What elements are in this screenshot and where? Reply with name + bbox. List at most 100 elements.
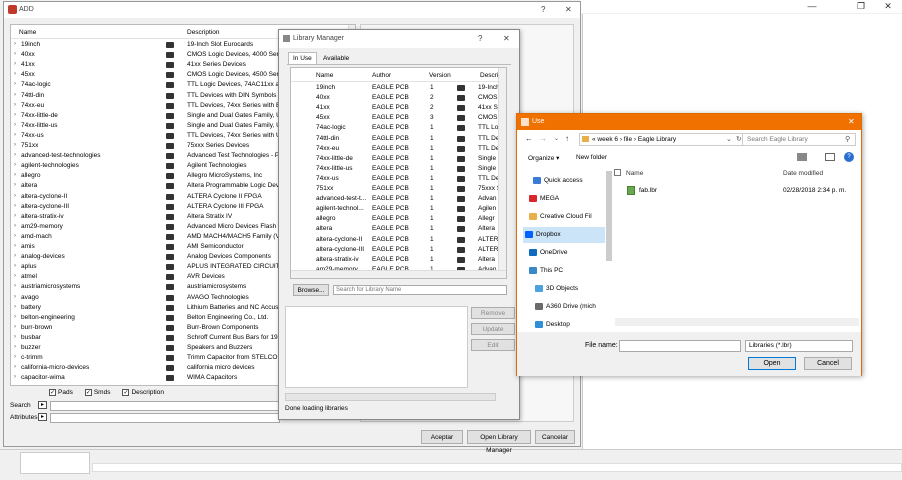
attributes-go-icon[interactable]: ▸ <box>38 413 47 421</box>
author-column-header[interactable]: Author <box>372 72 391 79</box>
up-arrow-icon[interactable]: ↑ <box>565 134 569 143</box>
expand-arrow-icon[interactable]: › <box>14 364 16 370</box>
library-table[interactable]: Name Author Version Descri 19inch EAGLE P… <box>290 67 507 279</box>
table-row[interactable]: 19inch EAGLE PCB 1 19-Inch <box>291 83 506 93</box>
description-checkbox[interactable]: ✓ <box>122 389 130 396</box>
expand-arrow-icon[interactable]: › <box>14 61 16 67</box>
nav-item-2[interactable]: Creative Cloud Fil <box>523 209 605 225</box>
horizontal-scrollbar[interactable] <box>92 463 902 472</box>
expand-arrow-icon[interactable]: › <box>14 182 16 188</box>
close-button[interactable]: ✕ <box>881 1 895 12</box>
attributes-input[interactable] <box>50 413 280 423</box>
table-row[interactable]: agilent-technol... EAGLE PCB 1 Agilen <box>291 204 506 214</box>
breadcrumb[interactable]: « week 6 › file › Eagle Library <box>592 136 676 143</box>
nav-item-6[interactable]: 3D Objects <box>523 281 605 297</box>
refresh-icon[interactable]: ↻ <box>736 135 742 143</box>
expand-arrow-icon[interactable]: › <box>14 92 16 98</box>
search-go-icon[interactable]: ▸ <box>38 401 47 409</box>
open-button[interactable]: Open <box>748 357 796 370</box>
name-column-header[interactable]: Name <box>626 170 643 177</box>
expand-arrow-icon[interactable]: › <box>14 162 16 168</box>
smds-filter[interactable]: ✓ Smds <box>84 389 110 396</box>
vertical-scrollbar[interactable] <box>498 68 506 270</box>
date-modified-column-header[interactable]: Date modified <box>783 170 823 177</box>
table-row[interactable]: 40xx EAGLE PCB 2 CMOS <box>291 93 506 103</box>
expand-arrow-icon[interactable]: › <box>14 243 16 249</box>
table-row[interactable]: altera-cyclone-II EAGLE PCB 1 ALTER <box>291 235 506 245</box>
organize-menu[interactable]: Organize ▾ <box>528 154 559 162</box>
nav-item-8[interactable]: Desktop <box>523 317 605 328</box>
table-row[interactable]: altera-cyclone-III EAGLE PCB 1 ALTER <box>291 245 506 255</box>
edit-button[interactable]: Edit <box>471 339 515 351</box>
cancel-button[interactable]: Cancel <box>804 357 852 370</box>
expand-arrow-icon[interactable]: › <box>14 203 16 209</box>
expand-arrow-icon[interactable]: › <box>14 71 16 77</box>
expand-arrow-icon[interactable]: › <box>14 273 16 279</box>
search-box[interactable]: Search Eagle Library ⚲ <box>742 133 856 146</box>
expand-arrow-icon[interactable]: › <box>14 51 16 57</box>
horizontal-scrollbar[interactable] <box>291 270 506 278</box>
back-arrow-icon[interactable]: ← <box>525 134 533 143</box>
expand-arrow-icon[interactable]: › <box>14 112 16 118</box>
close-button[interactable]: ✕ <box>848 117 855 126</box>
expand-arrow-icon[interactable]: › <box>14 223 16 229</box>
library-search-input[interactable]: Search for Library Name <box>333 285 507 295</box>
open-library-manager-button[interactable]: Open Library Manager <box>467 430 531 454</box>
table-row[interactable]: 74xx-little-us EAGLE PCB 1 Single <box>291 164 506 174</box>
expand-arrow-icon[interactable]: › <box>14 344 16 350</box>
help-icon[interactable]: ? <box>844 152 854 162</box>
expand-arrow-icon[interactable]: › <box>14 314 16 320</box>
table-row[interactable]: altera EAGLE PCB 1 Altera <box>291 224 506 234</box>
view-options-icon[interactable] <box>797 153 807 161</box>
pads-checkbox[interactable]: ✓ <box>49 389 56 396</box>
nav-item-3[interactable]: Dropbox <box>523 227 605 243</box>
expand-arrow-icon[interactable]: › <box>14 324 16 330</box>
close-button[interactable]: ✕ <box>565 5 572 14</box>
nav-item-5[interactable]: This PC <box>523 263 605 279</box>
table-row[interactable]: 751xx EAGLE PCB 1 75xxx S <box>291 184 506 194</box>
address-bar[interactable]: « week 6 › file › Eagle Library ⌄ ↻ <box>579 133 747 146</box>
table-row[interactable]: 74xx-eu EAGLE PCB 1 TTL De <box>291 144 506 154</box>
smds-checkbox[interactable]: ✓ <box>84 389 92 396</box>
expand-arrow-icon[interactable]: › <box>14 213 16 219</box>
expand-arrow-icon[interactable]: › <box>14 354 16 360</box>
nav-item-0[interactable]: Quick access <box>523 173 605 189</box>
tab-in-use[interactable]: In Use <box>288 52 317 64</box>
select-all-checkbox[interactable] <box>614 169 621 176</box>
expand-arrow-icon[interactable]: › <box>14 283 16 289</box>
expand-arrow-icon[interactable]: › <box>14 304 16 310</box>
new-folder-button[interactable]: New folder <box>576 154 607 161</box>
version-column-header[interactable]: Version <box>429 72 451 79</box>
expand-arrow-icon[interactable]: › <box>14 374 16 380</box>
expand-arrow-icon[interactable]: › <box>14 152 16 158</box>
close-button[interactable]: ✕ <box>503 34 510 43</box>
update-button[interactable]: Update <box>471 323 515 335</box>
address-dropdown-icon[interactable]: ⌄ <box>726 135 732 143</box>
expand-arrow-icon[interactable]: › <box>14 334 16 340</box>
table-row[interactable]: altera-stratix-iv EAGLE PCB 1 Altera <box>291 255 506 265</box>
chevron-down-icon[interactable]: ⌄ <box>554 135 559 142</box>
expand-arrow-icon[interactable]: › <box>14 142 16 148</box>
maximize-button[interactable]: ❐ <box>854 1 868 12</box>
browse-button[interactable]: Browse... <box>293 284 329 296</box>
background-field[interactable] <box>20 452 90 474</box>
expand-arrow-icon[interactable]: › <box>14 122 16 128</box>
expand-arrow-icon[interactable]: › <box>14 294 16 300</box>
table-row[interactable]: advanced-test-t... EAGLE PCB 1 Advan <box>291 194 506 204</box>
expand-arrow-icon[interactable]: › <box>14 193 16 199</box>
search-input[interactable] <box>50 401 280 411</box>
expand-arrow-icon[interactable]: › <box>14 263 16 269</box>
navigation-scrollbar[interactable] <box>606 171 612 261</box>
file-name-input[interactable] <box>619 340 741 352</box>
description-column-header[interactable]: Description <box>187 29 220 36</box>
accept-button[interactable]: Aceptar <box>421 430 463 444</box>
table-row[interactable]: 74xx-little-de EAGLE PCB 1 Single <box>291 154 506 164</box>
pads-filter[interactable]: ✓ Pads <box>49 389 73 396</box>
expand-arrow-icon[interactable]: › <box>14 172 16 178</box>
search-input[interactable]: Search Eagle Library <box>747 136 808 143</box>
nav-item-4[interactable]: OneDrive <box>523 245 605 261</box>
files-horizontal-scrollbar[interactable] <box>615 318 859 326</box>
table-row[interactable]: 74ttl-din EAGLE PCB 1 TTL De <box>291 134 506 144</box>
help-button[interactable]: ? <box>541 5 545 14</box>
nav-item-1[interactable]: MEGA <box>523 191 605 207</box>
